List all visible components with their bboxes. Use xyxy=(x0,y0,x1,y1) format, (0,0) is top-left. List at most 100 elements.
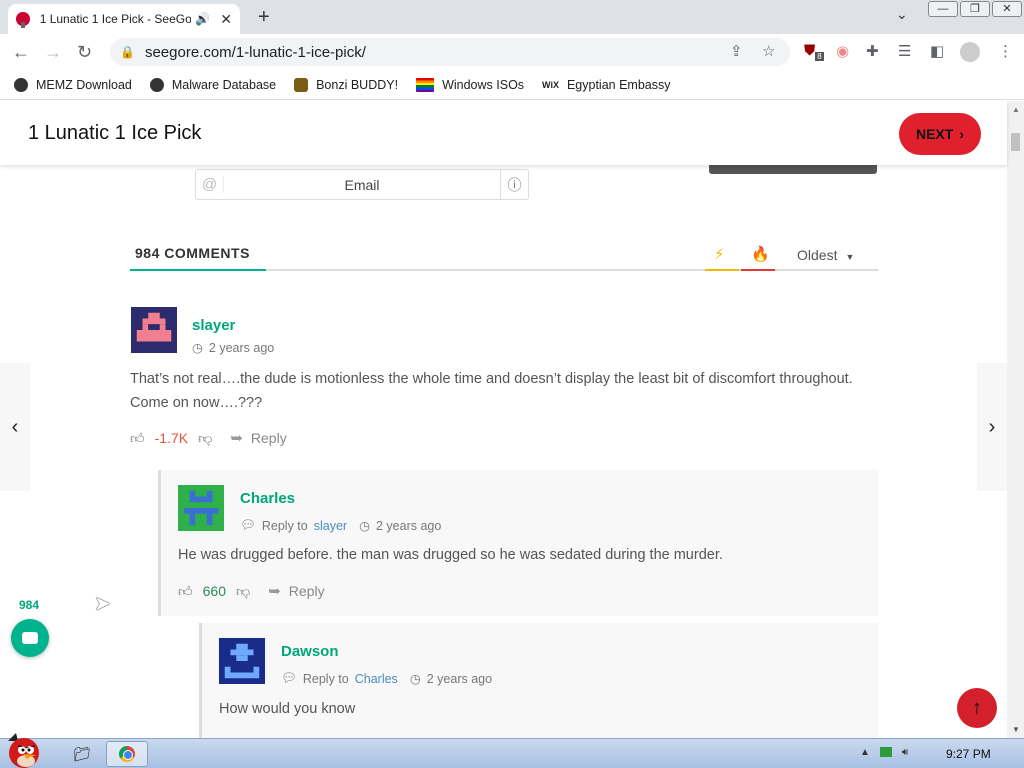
volume-icon[interactable]: 🔊︎ xyxy=(902,747,908,758)
reload-button[interactable]: ↻ xyxy=(77,42,92,63)
side-panel-icon[interactable]: ◧ xyxy=(930,42,944,60)
page-viewport: 1 Lunatic 1 Ice Pick NEXT › @ Email ⓘ 98… xyxy=(0,101,1024,738)
reply-button[interactable]: ➥ Reply xyxy=(230,429,286,447)
reply-to-link[interactable]: Charles xyxy=(355,672,398,686)
comment-author[interactable]: Dawson xyxy=(281,643,339,660)
avatar xyxy=(131,307,177,353)
avatar xyxy=(178,485,224,531)
comment-time[interactable]: 2 years ago xyxy=(376,519,441,533)
browser-tab[interactable]: 1 Lunatic 1 Ice Pick - SeeGore 🔊 ✕ xyxy=(8,4,240,34)
page-title: 1 Lunatic 1 Ice Pick xyxy=(28,122,202,144)
chat-bubble-icon xyxy=(22,632,38,644)
lock-icon[interactable]: 🔒 xyxy=(120,45,135,59)
ublock-extension-icon[interactable]: ⛊ 8 xyxy=(804,42,824,61)
forward-button[interactable]: → xyxy=(44,42,62,63)
comment-time[interactable]: 2 years ago xyxy=(209,341,274,355)
taskbar-clock[interactable]: 9:27 PM xyxy=(946,747,991,761)
bookmark-label: MEMZ Download xyxy=(36,77,132,92)
submit-button-edge[interactable] xyxy=(709,165,877,174)
close-window-button[interactable]: ✕ xyxy=(992,1,1022,17)
scroll-down-arrow-icon[interactable]: ▼ xyxy=(1012,725,1020,734)
thumbs-down-icon[interactable]: 👎︎ xyxy=(198,430,212,447)
help-icon[interactable]: ⓘ xyxy=(500,170,528,199)
scroll-to-top-button[interactable]: ↑ xyxy=(957,688,997,728)
sort-order-select[interactable]: Oldest ▼ xyxy=(797,247,854,263)
next-post-arrow-button[interactable]: › xyxy=(977,363,1007,491)
wix-icon: WiX xyxy=(542,79,559,90)
email-field[interactable]: @ Email ⓘ xyxy=(195,169,529,200)
next-button[interactable]: NEXT › xyxy=(899,113,981,155)
taskbar-chrome-button[interactable] xyxy=(106,741,148,767)
vote-count: 660 xyxy=(202,583,226,599)
fire-underline xyxy=(741,269,775,271)
sort-hottest-fire-icon[interactable]: 🔥 xyxy=(751,245,770,263)
close-tab-icon[interactable]: ✕ xyxy=(220,11,232,28)
avatar xyxy=(219,638,265,684)
page-scrollbar[interactable]: ▲ ▼ xyxy=(1007,101,1024,738)
address-bar[interactable]: 🔒 seegore.com/1-lunatic-1-ice-pick/ xyxy=(110,38,790,66)
network-icon[interactable] xyxy=(879,747,892,757)
floating-comment-count: 984 xyxy=(19,598,40,612)
scroll-up-arrow-icon[interactable]: ▲ xyxy=(1012,105,1020,114)
bookmark-memz[interactable]: MEMZ Download xyxy=(14,77,132,92)
share-icon[interactable]: ⇪ xyxy=(730,42,743,60)
email-placeholder: Email xyxy=(344,176,380,193)
bookmark-label: Malware Database xyxy=(171,77,277,92)
window-controls: — ❐ ✕ xyxy=(928,1,1022,17)
media-control-icon[interactable]: ☰ xyxy=(898,42,911,60)
reply-to-link[interactable]: slayer xyxy=(314,519,347,533)
reply-thread: Charles 💬︎ Reply to slayer ◷ 2 years ago… xyxy=(158,470,878,616)
reply-arrow-icon: ➥ xyxy=(268,583,281,600)
reply-button[interactable]: ➥ Reply xyxy=(268,582,324,600)
bookmark-star-icon[interactable]: ☆ xyxy=(762,42,775,60)
new-tab-button[interactable]: + xyxy=(258,6,270,29)
comment-meta: 💬︎ Reply to slayer ◷ 2 years ago xyxy=(240,518,441,533)
globe-icon xyxy=(149,77,164,92)
sort-newest-bolt-icon[interactable]: ⚡ xyxy=(714,245,725,263)
extensions-puzzle-icon[interactable]: ✚ xyxy=(866,42,879,60)
tab-search-chevron-icon[interactable]: ⌄ xyxy=(896,6,908,23)
bonzi-icon xyxy=(294,77,309,92)
bookmark-label: Bonzi BUDDY! xyxy=(316,77,399,92)
comment-text: That’s not real….the dude is motionless … xyxy=(130,371,853,411)
arrow-up-icon: ↑ xyxy=(972,696,982,719)
clock-icon: ◷ xyxy=(409,672,421,686)
rainbow-flag-icon xyxy=(416,77,435,92)
restore-button[interactable]: ❐ xyxy=(960,1,990,17)
chrome-icon xyxy=(119,746,135,762)
scrollbar-thumb[interactable] xyxy=(1011,133,1020,151)
url-text: seegore.com/1-lunatic-1-ice-pick/ xyxy=(144,43,366,61)
caret-down-icon: ▼ xyxy=(845,252,855,262)
start-button-angry-bird-icon[interactable] xyxy=(2,731,50,768)
minimize-button[interactable]: — xyxy=(928,1,958,17)
bookmark-malware-database[interactable]: Malware Database xyxy=(149,77,277,92)
thumbs-down-icon[interactable]: 👎︎ xyxy=(236,583,250,600)
extension-icon[interactable]: ◉ xyxy=(836,42,849,60)
at-icon: @ xyxy=(196,176,224,193)
comment-actions: 👍︎ -1.7K 👎︎ ➥ Reply xyxy=(130,429,287,448)
bookmark-windows-isos[interactable]: Windows ISOs xyxy=(416,77,524,92)
comment-time[interactable]: 2 years ago xyxy=(427,672,492,686)
next-label: NEXT xyxy=(915,126,954,142)
browser-menu-icon[interactable]: ⋮ xyxy=(998,42,1013,60)
profile-avatar-icon[interactable] xyxy=(960,42,980,62)
comment-text: How would you know xyxy=(219,701,356,717)
previous-post-arrow-button[interactable]: ‹ xyxy=(0,363,30,491)
tray-arrow-icon[interactable]: ▲ xyxy=(860,747,870,758)
thumbs-up-icon[interactable]: 👍︎ xyxy=(178,583,193,600)
comment-author[interactable]: Charles xyxy=(240,490,295,507)
comment-author[interactable]: slayer xyxy=(192,317,235,334)
thumbs-up-icon[interactable]: 👍︎ xyxy=(130,430,145,447)
bookmarks-bar: MEMZ Download Malware Database Bonzi BUD… xyxy=(0,70,1024,100)
taskbar-explorer-icon[interactable]: 📁︎ xyxy=(70,741,94,767)
back-button[interactable]: ← xyxy=(12,42,30,63)
bookmark-egyptian-embassy[interactable]: WiX Egyptian Embassy xyxy=(542,78,670,92)
folder-icon: 📁︎ xyxy=(73,745,91,762)
reply-label: Reply xyxy=(250,430,287,446)
reply-to-prefix: Reply to xyxy=(302,671,349,686)
floating-comments-button[interactable] xyxy=(11,619,49,657)
comments-header: 984 COMMENTS ⚡ 🔥 Oldest ▼ xyxy=(130,239,878,271)
bookmark-bonzi[interactable]: Bonzi BUDDY! xyxy=(294,77,399,92)
audio-playing-icon[interactable]: 🔊 xyxy=(195,12,210,26)
site-header: 1 Lunatic 1 Ice Pick NEXT › xyxy=(0,101,1007,165)
